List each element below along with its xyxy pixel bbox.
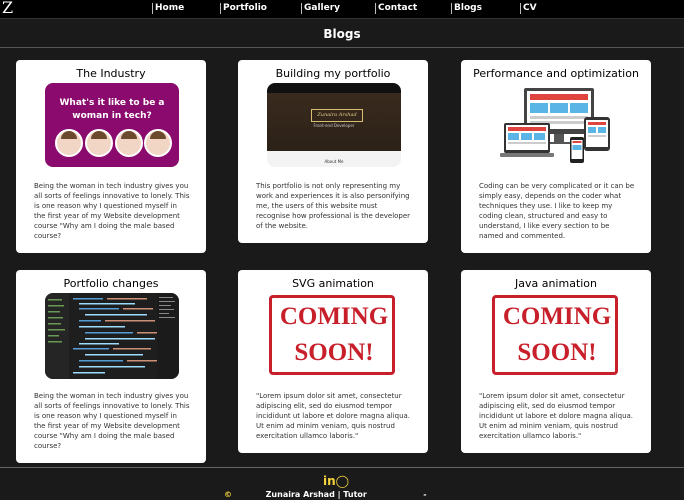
footer-link[interactable] [235, 490, 263, 499]
blog-card-performance[interactable]: Performance and optimization Coding can … [461, 60, 651, 253]
card-title: Portfolio changes [63, 277, 159, 290]
person-avatar [85, 129, 113, 157]
github-icon[interactable]: ◯ [336, 474, 349, 488]
top-nav-bar: Z Home Portfolio Gallery Contact Blogs C… [0, 0, 684, 18]
person-avatar [144, 129, 172, 157]
card-excerpt: Being the woman in tech industry gives y… [34, 392, 190, 450]
screenshot-subtitle: Front-end Developer [313, 123, 355, 128]
title-divider [0, 47, 684, 48]
image-caption: woman in tech? [72, 111, 152, 121]
card-title: The Industry [76, 67, 146, 80]
blog-card-building-portfolio[interactable]: Building my portfolio Zunaira Arshad Fro… [238, 60, 428, 243]
copyright-symbol: © [224, 490, 233, 499]
screenshot-hero [267, 93, 401, 151]
social-links: in◯ [323, 474, 349, 488]
image-caption: What's it like to be a [59, 98, 165, 108]
nav-divider [0, 18, 684, 19]
card-excerpt: This portfolio is not only representing … [256, 182, 411, 230]
stamp-text: SOON! [294, 339, 374, 366]
nav-blogs[interactable]: Blogs [451, 3, 482, 14]
code-editor-image [45, 293, 179, 379]
person-avatar [115, 129, 143, 157]
code-screenshot [45, 293, 179, 379]
devices-image [490, 83, 624, 167]
blog-card-portfolio-changes[interactable]: Portfolio changes Being the woman in tec… [16, 270, 206, 463]
stamp-text: COMING [279, 303, 389, 330]
responsive-devices-icon [500, 88, 610, 163]
linkedin-icon[interactable]: in [323, 474, 336, 488]
screenshot-navbar [267, 83, 401, 93]
portfolio-screenshot-image: Zunaira Arshad Front-end Developer About… [267, 83, 401, 167]
nav-portfolio[interactable]: Portfolio [220, 3, 267, 14]
card-excerpt: Coding can be very complicated or it can… [479, 182, 635, 240]
card-title: Performance and optimization [473, 67, 639, 80]
blog-card-svg-animation[interactable]: SVG animation COMING SOON! "Lorem ipsum … [238, 270, 428, 453]
card-excerpt: "Lorem ipsum dolor sit amet, consectetur… [256, 392, 411, 440]
footer-divider [0, 467, 684, 468]
card-excerpt: Being the woman in tech industry gives y… [34, 182, 190, 240]
screenshot-footer: About Me [324, 159, 344, 164]
footer-separator: - [423, 490, 427, 499]
footer-author: Zunaira Arshad | Tutor [265, 490, 367, 499]
footer-credit: © Zunaira Arshad | Tutor - [0, 490, 684, 500]
nav-cv[interactable]: CV [520, 3, 537, 14]
footer-link[interactable] [370, 490, 421, 499]
person-avatar [55, 129, 83, 157]
blog-card-java-animation[interactable]: Java animation COMING SOON! "Lorem ipsum… [461, 270, 651, 453]
screenshot-name: Zunaira Arshad [311, 109, 363, 122]
card-title: Building my portfolio [275, 67, 391, 80]
woman-in-tech-image: What's it like to be a woman in tech? [45, 83, 179, 167]
nav-home[interactable]: Home [152, 3, 184, 14]
stamp-text: COMING [502, 303, 612, 330]
card-excerpt: "Lorem ipsum dolor sit amet, consectetur… [479, 392, 634, 440]
stamp-text: SOON! [517, 339, 597, 366]
footer-link[interactable] [429, 490, 460, 499]
card-title: SVG animation [292, 277, 374, 290]
card-title: Java animation [514, 277, 598, 290]
site-logo[interactable]: Z [2, 0, 13, 17]
nav-gallery[interactable]: Gallery [301, 3, 340, 14]
blog-card-industry[interactable]: The Industry What's it like to be a woma… [16, 60, 206, 253]
coming-soon-image: COMING SOON! [267, 293, 401, 377]
page-title: Blogs [323, 27, 361, 41]
nav-contact[interactable]: Contact [375, 3, 417, 14]
coming-soon-image: COMING SOON! [490, 293, 624, 377]
